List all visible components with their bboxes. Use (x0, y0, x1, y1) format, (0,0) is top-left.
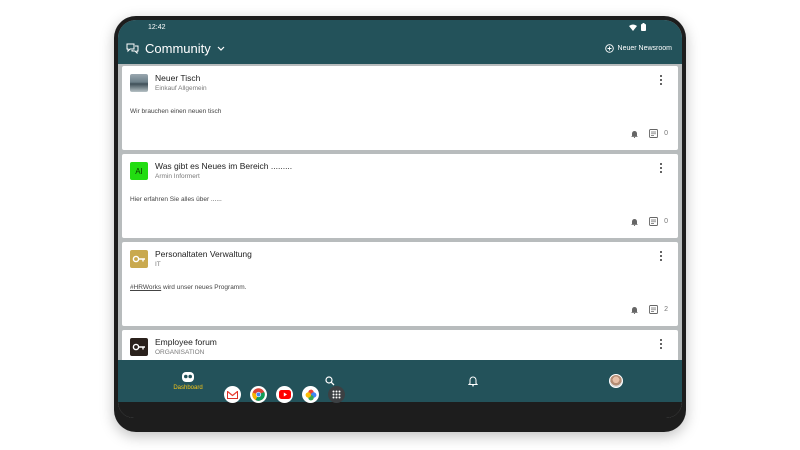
system-dock (118, 402, 682, 418)
chevron-down-icon (217, 46, 225, 51)
hrworks-logo-icon (132, 255, 145, 263)
photos-icon[interactable] (302, 386, 319, 403)
youtube-icon[interactable] (276, 386, 293, 403)
comment-icon (649, 305, 659, 314)
avatar-initials: AI (135, 166, 143, 176)
comments-button[interactable]: 0 (649, 129, 668, 138)
post-subtitle: IT (155, 261, 161, 268)
post-feed[interactable]: Neuer Tisch Einkauf Allgemein Wir brauch… (118, 64, 682, 362)
gmail-icon[interactable] (224, 386, 241, 403)
nav-profile[interactable] (604, 360, 628, 402)
new-newsroom-button[interactable]: Neuer Newsroom (604, 44, 672, 53)
bottom-navigation: Dashboard (118, 360, 682, 402)
app-bar: Community Neuer Newsroom (118, 36, 682, 64)
post-subtitle: Armin Informert (155, 173, 200, 180)
comment-icon (649, 217, 659, 226)
post-avatar: AI (130, 162, 148, 180)
search-icon (325, 376, 335, 386)
more-vert-icon[interactable] (658, 338, 664, 350)
new-newsroom-label: Neuer Newsroom (617, 45, 672, 52)
tablet-frame: 12:42 Community Neuer Newsroom Neuer Tis… (114, 16, 686, 432)
hashtag-link[interactable]: #HRWorks (130, 284, 161, 291)
comments-button[interactable]: 0 (649, 217, 668, 226)
dock-apps (224, 386, 345, 403)
comment-icon (649, 129, 659, 138)
post-subtitle: ORGANISATION (155, 349, 205, 356)
post-subtitle: Einkauf Allgemein (155, 85, 207, 92)
screen: 12:42 Community Neuer Newsroom Neuer Tis… (118, 20, 682, 418)
nav-dashboard-label: Dashboard (173, 385, 203, 391)
community-selector[interactable]: Community (126, 41, 225, 56)
add-circle-icon (604, 44, 614, 53)
status-bar: 12:42 (118, 20, 682, 36)
post-title[interactable]: Was gibt es Neues im Bereich ......... (155, 161, 292, 171)
post-title[interactable]: Personaltaten Verwaltung (155, 249, 252, 259)
more-vert-icon[interactable] (658, 162, 664, 174)
post-body: Wir brauchen einen neuen tisch (130, 108, 222, 115)
battery-icon (641, 23, 646, 31)
post-card[interactable]: Personaltaten Verwaltung IT #HRWorks wir… (122, 242, 678, 326)
post-title[interactable]: Neuer Tisch (155, 73, 200, 83)
comments-button[interactable]: 2 (649, 305, 668, 314)
post-body: Hier erfahren Sie alles über ...... (130, 196, 222, 203)
status-time: 12:42 (148, 24, 166, 31)
more-vert-icon[interactable] (658, 250, 664, 262)
bell-icon[interactable] (631, 218, 638, 226)
page-title: Community (145, 41, 211, 56)
comment-count: 0 (664, 130, 668, 137)
app-drawer-icon[interactable] (328, 386, 345, 403)
post-body-text: wird unser neues Programm. (161, 284, 247, 291)
bell-outline-icon (468, 376, 478, 387)
comment-count: 0 (664, 218, 668, 225)
post-body: #HRWorks wird unser neues Programm. (130, 284, 246, 291)
post-card[interactable]: Neuer Tisch Einkauf Allgemein Wir brauch… (122, 66, 678, 150)
chat-bubbles-icon (126, 43, 139, 54)
hrworks-logo-icon (132, 343, 145, 351)
wifi-icon (629, 24, 637, 31)
bell-icon[interactable] (631, 306, 638, 314)
more-vert-icon[interactable] (658, 74, 664, 86)
nav-notifications[interactable] (461, 360, 485, 402)
post-card[interactable]: Employee forum ORGANISATION (122, 330, 678, 362)
post-avatar (130, 250, 148, 268)
chrome-icon[interactable] (250, 386, 267, 403)
avatar (609, 374, 623, 388)
post-title[interactable]: Employee forum (155, 337, 217, 347)
post-card[interactable]: AI Was gibt es Neues im Bereich ........… (122, 154, 678, 238)
post-avatar (130, 338, 148, 356)
dashboard-owl-icon (182, 372, 194, 382)
bell-icon[interactable] (631, 130, 638, 138)
post-avatar (130, 74, 148, 92)
comment-count: 2 (664, 306, 668, 313)
nav-dashboard[interactable]: Dashboard (166, 360, 210, 402)
